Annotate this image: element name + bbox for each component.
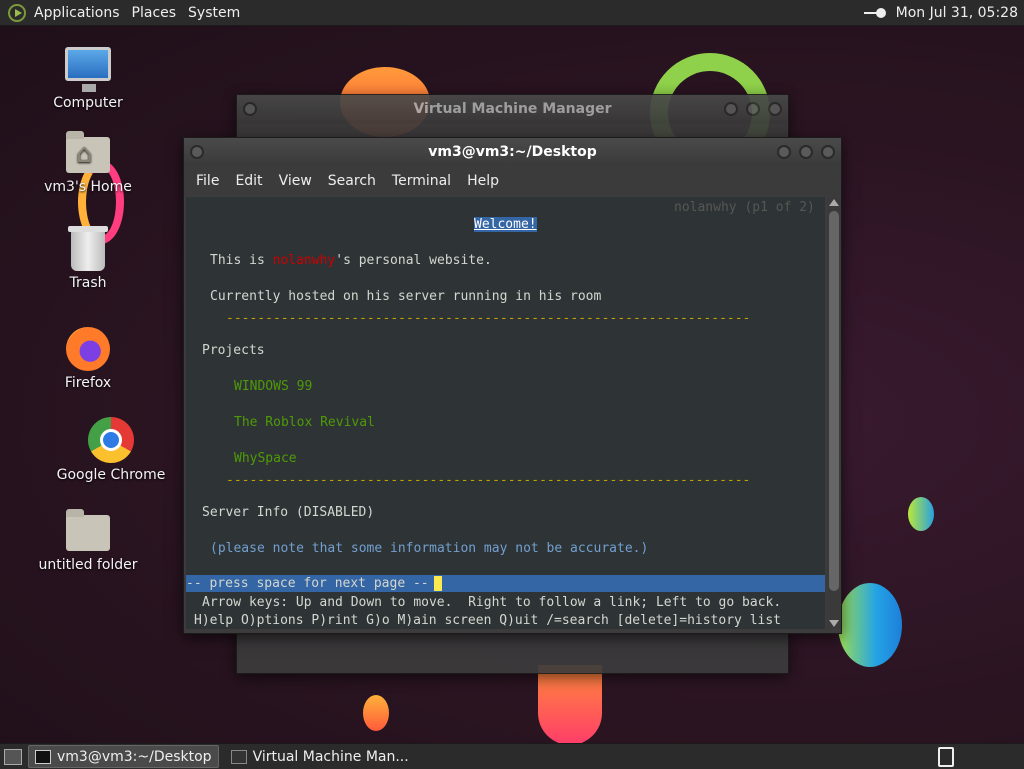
close-button[interactable] <box>821 145 835 159</box>
desktop-icon-label: Computer <box>53 95 123 111</box>
chrome-icon <box>88 417 134 463</box>
terminal-icon <box>35 749 51 764</box>
terminal-menubar: File Edit View Search Terminal Help <box>184 166 841 196</box>
help-line-1: Arrow keys: Up and Down to move. Right t… <box>202 595 782 610</box>
top-panel: Applications Places System Mon Jul 31, 0… <box>0 0 1024 26</box>
wallpaper-shape <box>363 695 389 731</box>
help-line-2: H)elp O)ptions P)rint G)o M)ain screen Q… <box>194 613 781 628</box>
bottom-taskbar: vm3@vm3:~/Desktop Virtual Machine Man... <box>0 743 1024 769</box>
status-text: -- press space for next page -- <box>186 576 429 591</box>
wallpaper-shape <box>908 497 934 531</box>
trash-icon <box>68 226 108 271</box>
taskbar-item-label: vm3@vm3:~/Desktop <box>57 748 212 765</box>
projects-heading: Projects <box>202 343 265 358</box>
desktop-icon-label: Firefox <box>64 375 112 391</box>
menu-terminal[interactable]: Terminal <box>392 173 451 189</box>
menu-search[interactable]: Search <box>328 173 376 189</box>
note-line: (please note that some information may n… <box>210 541 649 556</box>
wallpaper-shape <box>538 665 602 743</box>
desktop-icon-label: vm3's Home <box>44 179 132 195</box>
window-title: Virtual Machine Manager <box>413 101 612 117</box>
window-menu-button[interactable] <box>190 145 204 159</box>
intro-post: 's personal website. <box>335 253 492 268</box>
window-title: vm3@vm3:~/Desktop <box>428 144 597 160</box>
desktop-icon-firefox[interactable]: Firefox <box>38 327 138 391</box>
divider-top: ----------------------------------------… <box>226 311 751 326</box>
show-desktop-icon[interactable] <box>4 748 22 765</box>
server-info-heading: Server Info (DISABLED) <box>202 505 375 520</box>
divider-bottom: ----------------------------------------… <box>226 473 751 488</box>
desktop-icon-label: untitled folder <box>38 557 138 573</box>
applications-logo-icon[interactable] <box>8 3 26 22</box>
scroll-up-arrow-icon[interactable] <box>829 199 839 206</box>
menu-edit[interactable]: Edit <box>235 173 262 189</box>
window-menu-button[interactable] <box>243 102 257 116</box>
page-indicator: nolanwhy (p1 of 2) <box>674 200 815 215</box>
vmm-titlebar[interactable]: Virtual Machine Manager <box>237 95 788 123</box>
desktop-icon-computer[interactable]: Computer <box>38 47 138 111</box>
minimize-button[interactable] <box>777 145 791 159</box>
welcome-text: Welcome! <box>474 217 537 232</box>
maximize-button[interactable] <box>799 145 813 159</box>
text-cursor <box>434 576 442 591</box>
panel-tray: Mon Jul 31, 05:28 <box>863 5 1018 21</box>
workspace-switcher-icon[interactable] <box>938 746 954 767</box>
computer-icon <box>65 47 111 92</box>
menu-system[interactable]: System <box>188 5 240 21</box>
home-folder-icon <box>66 131 110 173</box>
menu-help[interactable]: Help <box>467 173 499 189</box>
desktop-icon-label: Trash <box>69 275 107 291</box>
project-link-windows99[interactable]: WINDOWS 99 <box>234 379 312 394</box>
intro-pre: This is <box>210 253 273 268</box>
scroll-down-arrow-icon[interactable] <box>829 620 839 627</box>
menu-places[interactable]: Places <box>132 5 177 21</box>
vmm-icon <box>230 749 247 764</box>
scrollbar-thumb[interactable] <box>829 211 839 591</box>
project-link-roblox-revival[interactable]: The Roblox Revival <box>234 415 375 430</box>
welcome-link[interactable]: Welcome! <box>474 217 537 232</box>
desktop-icon-trash[interactable]: Trash <box>38 226 138 291</box>
terminal-scrollbar[interactable] <box>827 197 841 629</box>
terminal-titlebar[interactable]: vm3@vm3:~/Desktop <box>184 138 841 166</box>
firefox-icon <box>66 327 110 371</box>
clock[interactable]: Mon Jul 31, 05:28 <box>896 5 1018 21</box>
menu-applications[interactable]: Applications <box>34 5 120 21</box>
intro-name: nolanwhy <box>272 253 336 268</box>
desktop-icon-home[interactable]: vm3's Home <box>38 131 138 195</box>
minimize-button[interactable] <box>724 102 738 116</box>
close-button[interactable] <box>768 102 782 116</box>
wallpaper-shape <box>838 583 902 667</box>
desktop-icon-label: Google Chrome <box>56 467 166 483</box>
hosted-line: Currently hosted on his server running i… <box>210 289 602 304</box>
terminal-window[interactable]: vm3@vm3:~/Desktop File Edit View Search … <box>183 137 842 634</box>
intro-line: This is nolanwhy's personal website. <box>210 253 492 268</box>
pager-status-bar: -- press space for next page -- <box>186 575 825 592</box>
menu-view[interactable]: View <box>279 173 312 189</box>
taskbar-item-terminal[interactable]: vm3@vm3:~/Desktop <box>28 745 219 768</box>
desktop-icon-chrome[interactable]: Google Chrome <box>56 417 166 483</box>
desktop-icon-untitled-folder[interactable]: untitled folder <box>38 509 138 573</box>
key-icon[interactable] <box>863 7 886 19</box>
desktop-background: Computer vm3's Home Trash Firefox Google… <box>0 25 1024 743</box>
taskbar-item-vmm[interactable]: Virtual Machine Man... <box>225 746 415 767</box>
menu-file[interactable]: File <box>196 173 219 189</box>
terminal-output[interactable]: nolanwhy (p1 of 2) Welcome! This is nola… <box>186 197 825 629</box>
maximize-button[interactable] <box>746 102 760 116</box>
folder-icon <box>66 509 110 551</box>
project-link-whyspace[interactable]: WhySpace <box>234 451 297 466</box>
taskbar-item-label: Virtual Machine Man... <box>252 748 409 765</box>
